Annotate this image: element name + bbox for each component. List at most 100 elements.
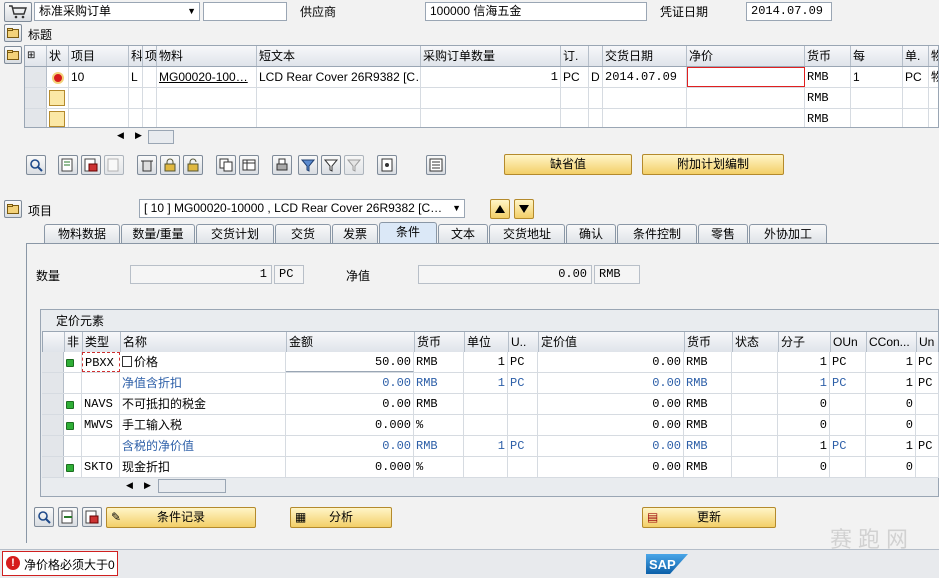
net-price-cell[interactable]: [687, 109, 805, 127]
col-status[interactable]: 状态: [733, 332, 779, 352]
condition-numerator[interactable]: 1: [778, 436, 830, 456]
condition-value[interactable]: 0.00: [538, 394, 684, 414]
pricing-scroll-left-icon[interactable]: ◀: [126, 480, 133, 491]
condition-numerator[interactable]: 0: [778, 394, 830, 414]
condition-un[interactable]: [916, 394, 939, 414]
col-currency2[interactable]: 货币: [685, 332, 733, 352]
condition-currency2[interactable]: RMB: [684, 373, 732, 393]
update-button[interactable]: ▤ 更新: [642, 507, 776, 528]
condition-ccon[interactable]: 0: [866, 457, 916, 477]
condition-un[interactable]: [916, 457, 939, 477]
condition-per[interactable]: 1: [464, 373, 508, 393]
col-settings-icon[interactable]: ⊞: [25, 46, 47, 66]
filter-set-icon[interactable]: [321, 155, 341, 175]
delete-row-icon[interactable]: [82, 507, 102, 527]
unit-cell[interactable]: PC: [903, 67, 929, 87]
currency-cell[interactable]: RMB: [805, 67, 851, 87]
items-scroll-right-icon[interactable]: ▶: [135, 130, 142, 141]
condition-name[interactable]: 不可抵扣的税金: [120, 394, 286, 414]
tab-delivery[interactable]: 交货: [275, 224, 331, 243]
col-amount[interactable]: 金额: [287, 332, 415, 352]
delivery-date-cell[interactable]: [603, 88, 687, 108]
per-cell[interactable]: [851, 88, 903, 108]
qty-cell[interactable]: 1: [421, 67, 561, 87]
row-selector[interactable]: [42, 415, 64, 435]
condition-ccon[interactable]: 1: [866, 352, 916, 372]
col-per[interactable]: 单位: [465, 332, 509, 352]
col-item[interactable]: 项目: [69, 46, 129, 66]
next-item-button[interactable]: [514, 199, 534, 219]
col-ccon[interactable]: CCon...: [867, 332, 917, 352]
condition-ccon[interactable]: 1: [866, 373, 916, 393]
condition-uom[interactable]: PC: [508, 373, 538, 393]
tab-retail[interactable]: 零售: [698, 224, 748, 243]
delete-icon[interactable]: [137, 155, 157, 175]
condition-currency[interactable]: RMB: [414, 352, 464, 372]
col-qty[interactable]: 采购订单数量: [421, 46, 561, 66]
condition-ccon[interactable]: 1: [866, 436, 916, 456]
condition-currency[interactable]: RMB: [414, 373, 464, 393]
condition-value[interactable]: 0.00: [538, 352, 684, 372]
col-date-cat[interactable]: [589, 46, 603, 66]
condition-uom[interactable]: [508, 394, 538, 414]
condition-oun[interactable]: [830, 394, 866, 414]
table-row[interactable]: RMB: [25, 109, 938, 127]
table-row[interactable]: RMB: [25, 88, 938, 109]
tab-quantity-weight[interactable]: 数量/重量: [121, 224, 195, 243]
item-number[interactable]: [69, 88, 129, 108]
condition-amount[interactable]: 0.000: [286, 457, 414, 477]
condition-oun[interactable]: [830, 457, 866, 477]
qty-cell[interactable]: [421, 88, 561, 108]
pricing-row[interactable]: 净值含折扣 0.00 RMB 1 PC 0.00 RMB 1 PC 1 PC: [42, 373, 939, 394]
acct-assignment[interactable]: [129, 88, 143, 108]
condition-name[interactable]: 手工输入税: [120, 415, 286, 435]
condition-type[interactable]: NAVS: [82, 394, 120, 414]
condition-per[interactable]: [464, 457, 508, 477]
tab-conditions[interactable]: 条件: [379, 222, 437, 244]
delivery-date-cell[interactable]: 2014.07.09: [603, 67, 687, 87]
condition-per[interactable]: [464, 394, 508, 414]
condition-name[interactable]: 价格: [120, 352, 286, 372]
insert-row-icon[interactable]: [58, 507, 78, 527]
condition-type[interactable]: PBXX: [82, 352, 120, 372]
pricing-row[interactable]: PBXX 价格 50.00 RMB 1 PC 0.00 RMB 1 PC 1 PC: [42, 352, 939, 373]
item-number[interactable]: 10: [69, 67, 129, 87]
document-icon[interactable]: [377, 155, 397, 175]
col-type[interactable]: 类型: [83, 332, 121, 352]
tab-delivery-schedule[interactable]: 交货计划: [196, 224, 274, 243]
col-acct[interactable]: 科: [129, 46, 143, 66]
items-scroll-left-icon[interactable]: ◀: [117, 130, 124, 141]
item-selector-dropdown[interactable]: [ 10 ] MG00020-10000 , LCD Rear Cover 26…: [139, 199, 465, 218]
condition-uom[interactable]: [508, 415, 538, 435]
condition-numerator[interactable]: 0: [778, 457, 830, 477]
condition-ccon[interactable]: 0: [866, 415, 916, 435]
col-short-text[interactable]: 短文本: [257, 46, 421, 66]
list-icon[interactable]: [426, 155, 446, 175]
condition-value[interactable]: 0.00: [538, 373, 684, 393]
unit-cell[interactable]: [903, 88, 929, 108]
previous-item-button[interactable]: [490, 199, 510, 219]
chevron-down-icon[interactable]: ▼: [452, 200, 461, 217]
condition-name[interactable]: 含税的净价值: [120, 436, 286, 456]
col-un[interactable]: Un: [917, 332, 938, 352]
qty-cell[interactable]: [421, 109, 561, 127]
condition-uom[interactable]: PC: [508, 352, 538, 372]
row-selector[interactable]: [42, 436, 64, 456]
acct-assignment[interactable]: L: [129, 67, 143, 87]
condition-numerator[interactable]: 0: [778, 415, 830, 435]
condition-currency2[interactable]: RMB: [684, 457, 732, 477]
analysis-button[interactable]: ▦ 分析: [290, 507, 392, 528]
copy-item-icon[interactable]: [58, 155, 78, 175]
condition-oun[interactable]: PC: [830, 436, 866, 456]
condition-value[interactable]: 0.00: [538, 415, 684, 435]
col-currency[interactable]: 货币: [415, 332, 465, 352]
condition-un[interactable]: [916, 415, 939, 435]
date-cat-cell[interactable]: [589, 88, 603, 108]
status-message-box[interactable]: ! 净价格必须大于0: [2, 551, 118, 576]
pricing-row[interactable]: SKTO 现金折扣 0.000% 0.00 RMB 0 0: [42, 457, 939, 478]
currency-cell[interactable]: RMB: [805, 109, 851, 127]
mat-group-cell[interactable]: [929, 109, 938, 127]
mat-group-cell[interactable]: [929, 88, 938, 108]
order-unit-cell[interactable]: PC: [561, 67, 589, 87]
condition-numerator[interactable]: 1: [778, 352, 830, 372]
